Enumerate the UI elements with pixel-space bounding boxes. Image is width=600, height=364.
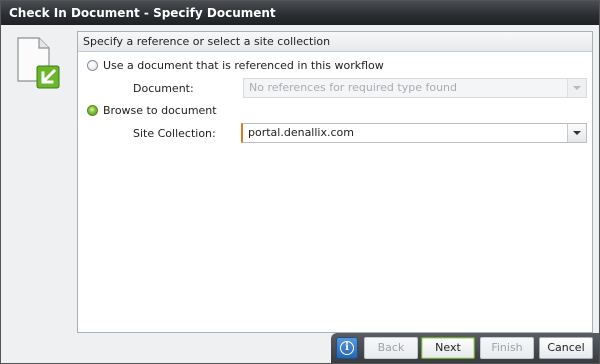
chevron-down-icon — [573, 131, 581, 135]
wizard-footer: i Back Next Finish Cancel — [331, 333, 599, 363]
use-reference-radio[interactable] — [87, 60, 98, 71]
specify-document-panel: Specify a reference or select a site col… — [77, 31, 593, 333]
chevron-down-icon — [573, 86, 581, 90]
use-reference-option[interactable]: Use a document that is referenced in thi… — [87, 59, 384, 72]
document-dropdown-button — [567, 79, 586, 97]
info-icon: i — [340, 341, 354, 355]
finish-button[interactable]: Finish — [480, 337, 534, 359]
panel-header: Specify a reference or select a site col… — [78, 32, 592, 52]
help-button[interactable]: i — [336, 337, 358, 359]
site-collection-label: Site Collection: — [133, 127, 216, 140]
browse-radio[interactable] — [87, 105, 98, 116]
next-button[interactable]: Next — [421, 337, 475, 359]
check-in-dialog: Check In Document - Specify Document Spe… — [0, 0, 600, 364]
browse-label: Browse to document — [103, 104, 217, 117]
dialog-title: Check In Document - Specify Document — [1, 1, 599, 25]
site-collection-dropdown-button[interactable] — [567, 124, 586, 142]
document-label: Document: — [133, 82, 194, 95]
document-select: No references for required type found — [243, 78, 587, 98]
document-checkin-icon — [17, 37, 60, 89]
use-reference-label: Use a document that is referenced in thi… — [103, 59, 384, 72]
back-button[interactable]: Back — [364, 337, 418, 359]
left-icon-pane — [1, 25, 77, 335]
site-collection-select[interactable]: portal.denallix.com — [241, 123, 587, 143]
document-select-value: No references for required type found — [249, 81, 458, 94]
browse-option[interactable]: Browse to document — [87, 104, 217, 117]
site-collection-value: portal.denallix.com — [248, 126, 354, 139]
cancel-button[interactable]: Cancel — [539, 337, 593, 359]
